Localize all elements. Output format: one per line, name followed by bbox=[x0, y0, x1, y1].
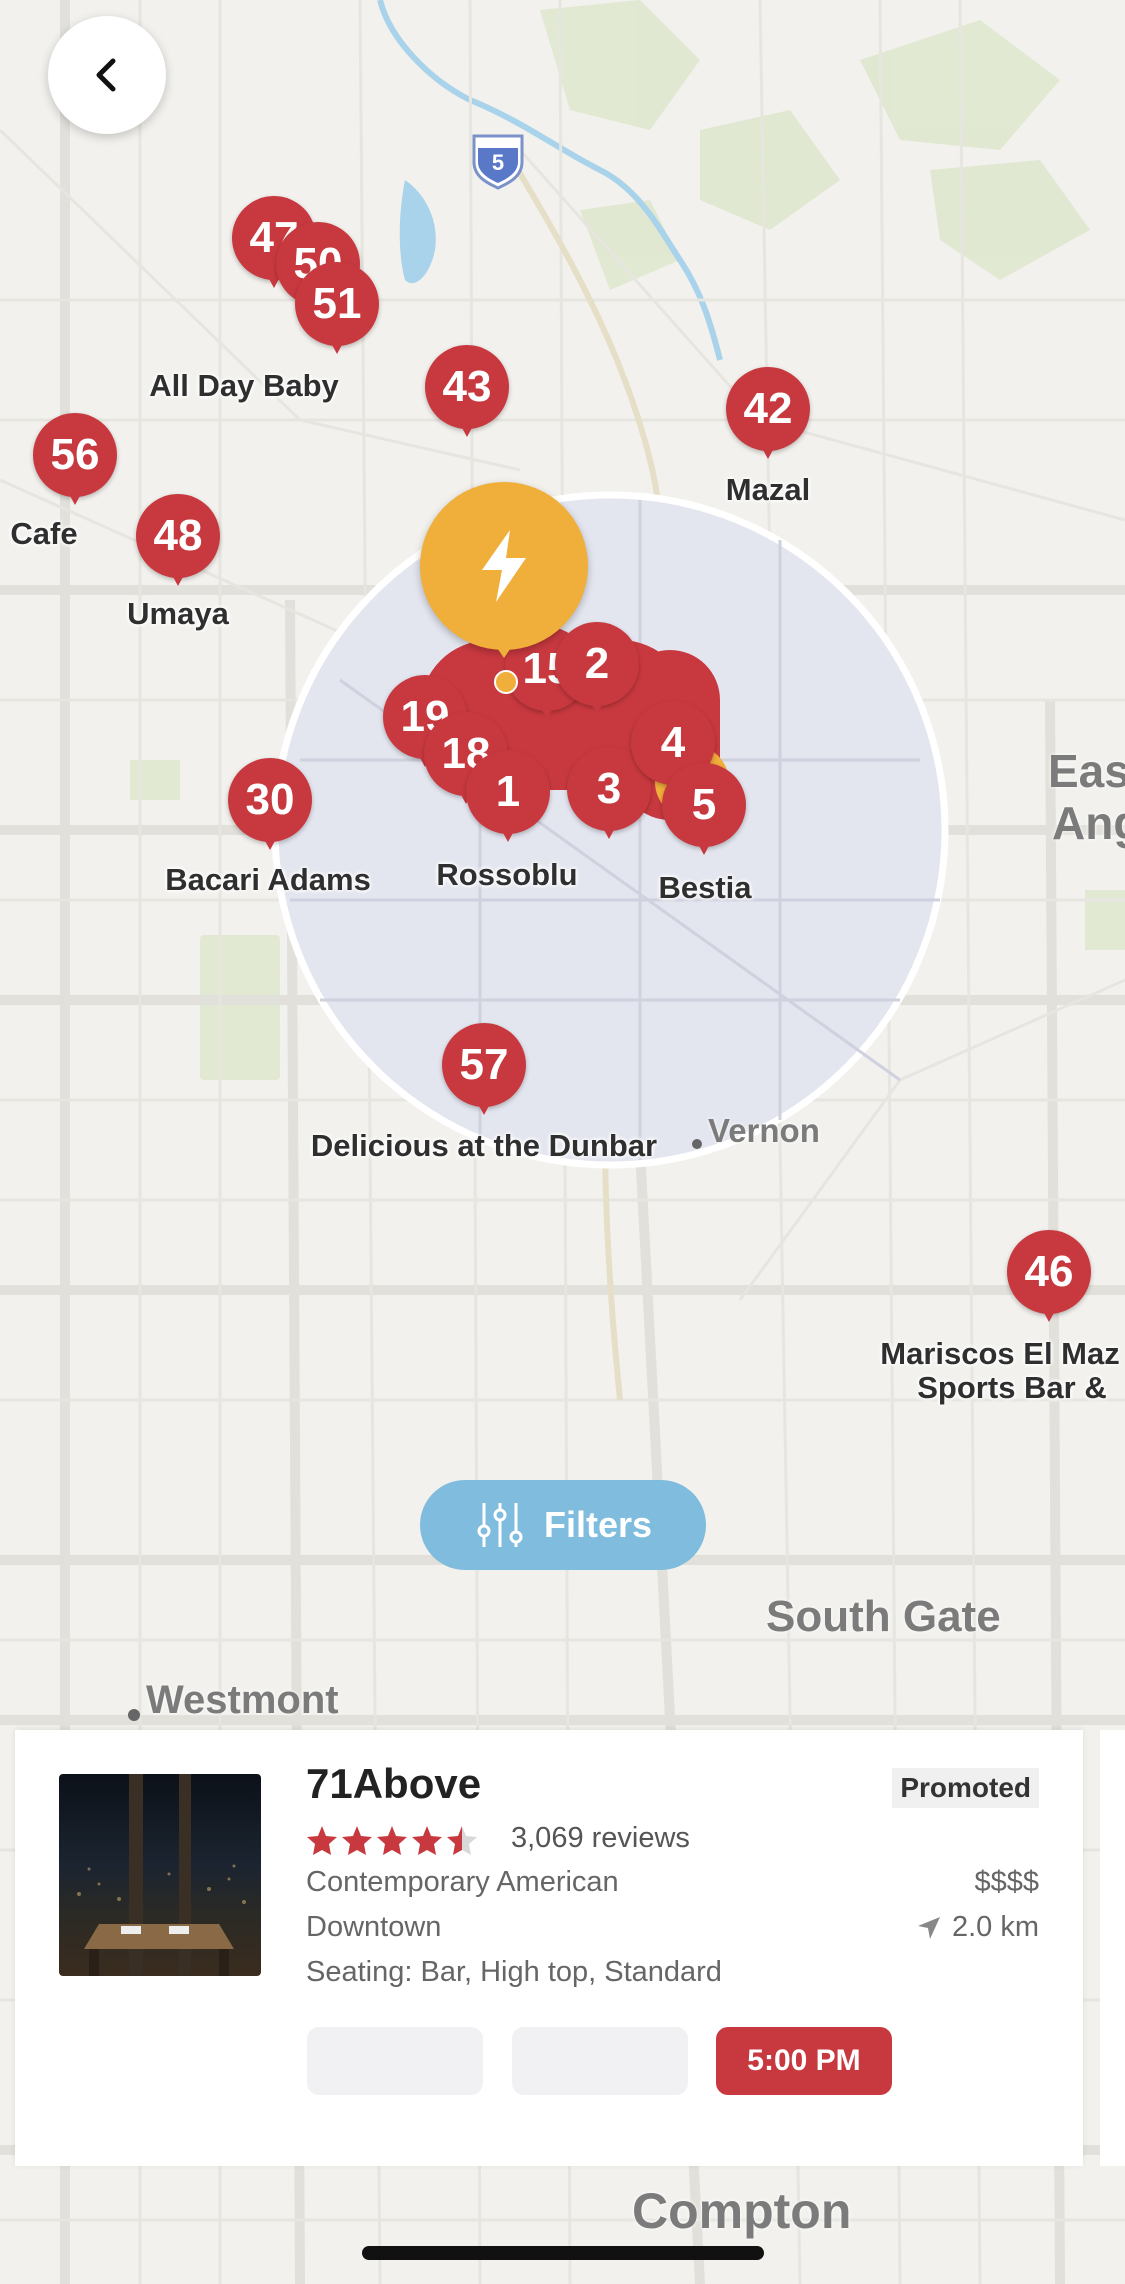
city-label-ang: Ang bbox=[1052, 797, 1125, 849]
map-pin[interactable]: 46 bbox=[1007, 1230, 1091, 1330]
chevron-left-icon bbox=[96, 58, 116, 92]
restaurant-photo bbox=[59, 1774, 261, 1976]
place-label-bacari-adams[interactable]: Bacari Adams bbox=[165, 862, 371, 898]
time-slot-unavailable bbox=[307, 2027, 483, 2095]
restaurant-name: 71Above bbox=[306, 1760, 482, 1807]
half-star-icon bbox=[447, 1826, 477, 1855]
distance: 2.0 km bbox=[916, 1911, 1039, 1944]
star-icon bbox=[342, 1826, 372, 1855]
city-label-south-gate: South Gate bbox=[766, 1592, 1001, 1641]
neighborhood: Downtown bbox=[306, 1911, 442, 1943]
city-label-compton: Compton bbox=[632, 2183, 852, 2239]
star-icon bbox=[307, 1826, 337, 1855]
map-pin[interactable]: 56 bbox=[33, 413, 117, 513]
place-label-delicious-at-the-dunbar[interactable]: Delicious at the Dunbar bbox=[311, 1128, 657, 1164]
sliders-icon bbox=[477, 1503, 523, 1547]
map-pin[interactable]: 57 bbox=[442, 1023, 526, 1123]
map-pin[interactable]: 1 bbox=[466, 750, 550, 850]
map-pin[interactable]: 51 bbox=[295, 262, 379, 362]
restaurant-card[interactable]: 71Above Promoted 3,069 reviews Contempor… bbox=[15, 1730, 1083, 2166]
distance-value: 2.0 km bbox=[951, 1911, 1039, 1943]
back-button[interactable] bbox=[48, 16, 166, 134]
map-pin[interactable]: 42 bbox=[726, 367, 810, 467]
next-card-peek[interactable] bbox=[1100, 1730, 1125, 2166]
home-indicator bbox=[362, 2246, 764, 2260]
place-label-rossoblu[interactable]: Rossoblu bbox=[436, 857, 577, 893]
map-pin[interactable]: 43 bbox=[425, 345, 509, 445]
cuisine: Contemporary American bbox=[306, 1866, 619, 1898]
place-label-mazal[interactable]: Mazal bbox=[726, 472, 810, 508]
place-label-mariscos-el-maz[interactable]: Mariscos El Maz bbox=[880, 1336, 1119, 1372]
map-pin[interactable]: 48 bbox=[136, 494, 220, 594]
map-pin[interactable]: 5 bbox=[662, 763, 746, 863]
filters-button[interactable]: Filters bbox=[420, 1480, 706, 1570]
review-count: 3,069 reviews bbox=[511, 1822, 690, 1854]
time-slot-button[interactable]: 5:00 PM bbox=[716, 2027, 892, 2095]
price-level: $$$$ bbox=[974, 1866, 1039, 1898]
star-icon bbox=[412, 1826, 442, 1855]
star-rating bbox=[306, 1822, 486, 1858]
time-slot-unavailable bbox=[512, 2027, 688, 2095]
city-label-westmont: Westmont bbox=[146, 1678, 339, 1722]
place-label-sports-bar[interactable]: Sports Bar & bbox=[917, 1370, 1106, 1406]
lightning-bolt-icon bbox=[482, 530, 526, 602]
highway-number: 5 bbox=[492, 150, 504, 175]
filters-label: Filters bbox=[543, 1504, 653, 1545]
city-label-vernon: Vernon bbox=[708, 1112, 820, 1149]
place-label-cafe[interactable]: Cafe bbox=[10, 516, 77, 552]
star-icon bbox=[377, 1826, 407, 1855]
city-label-east: East bbox=[1048, 745, 1125, 797]
featured-pin[interactable] bbox=[420, 482, 588, 694]
place-label-umaya[interactable]: Umaya bbox=[127, 596, 229, 632]
place-label-all-day-baby[interactable]: All Day Baby bbox=[149, 368, 339, 404]
location-arrow-icon bbox=[917, 1916, 940, 1939]
map-pin[interactable]: 30 bbox=[228, 758, 312, 858]
promoted-badge: Promoted bbox=[892, 1768, 1039, 1808]
seating-options: Seating: Bar, High top, Standard bbox=[306, 1956, 722, 1988]
place-label-bestia[interactable]: Bestia bbox=[658, 870, 751, 906]
